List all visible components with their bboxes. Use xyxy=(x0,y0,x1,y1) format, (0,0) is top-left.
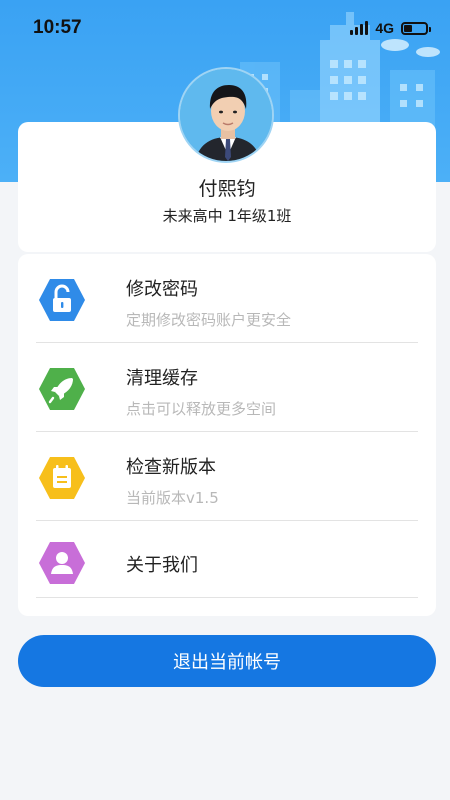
avatar-photo-icon xyxy=(180,69,272,161)
menu-subtitle: 定期修改密码账户更安全 xyxy=(126,311,292,329)
user-class: 未来高中 1年级1班 xyxy=(162,207,292,225)
user-name: 付熙钧 xyxy=(198,178,256,200)
rocket-icon xyxy=(39,368,85,410)
menu-item-check-version[interactable]: 检查新版本 当前版本v1.5 xyxy=(18,432,436,521)
status-icons: 4G xyxy=(350,20,431,36)
menu-subtitle: 当前版本v1.5 xyxy=(126,489,219,507)
menu-title: 检查新版本 xyxy=(126,457,216,478)
menu-item-about-us[interactable]: 关于我们 xyxy=(18,521,436,610)
settings-menu: 修改密码 定期修改密码账户更安全 清理缓存 点击可以释放更多空间 检查新版本 当… xyxy=(18,254,436,616)
battery-icon xyxy=(401,21,431,35)
user-icon xyxy=(39,542,85,584)
calendar-icon xyxy=(39,457,85,499)
logout-button[interactable]: 退出当前帐号 xyxy=(18,635,436,687)
menu-item-clear-cache[interactable]: 清理缓存 点击可以释放更多空间 xyxy=(18,343,436,432)
menu-title: 修改密码 xyxy=(126,279,198,300)
divider xyxy=(36,597,418,598)
network-label: 4G xyxy=(375,20,394,36)
menu-subtitle: 点击可以释放更多空间 xyxy=(126,400,277,418)
status-bar: 10:57 4G xyxy=(0,0,450,56)
signal-icon xyxy=(350,21,369,35)
menu-title: 关于我们 xyxy=(126,555,198,576)
avatar[interactable] xyxy=(178,67,274,163)
unlock-icon xyxy=(39,279,85,321)
menu-title: 清理缓存 xyxy=(126,368,198,389)
status-time: 10:57 xyxy=(33,17,82,38)
menu-item-change-password[interactable]: 修改密码 定期修改密码账户更安全 xyxy=(18,254,436,343)
